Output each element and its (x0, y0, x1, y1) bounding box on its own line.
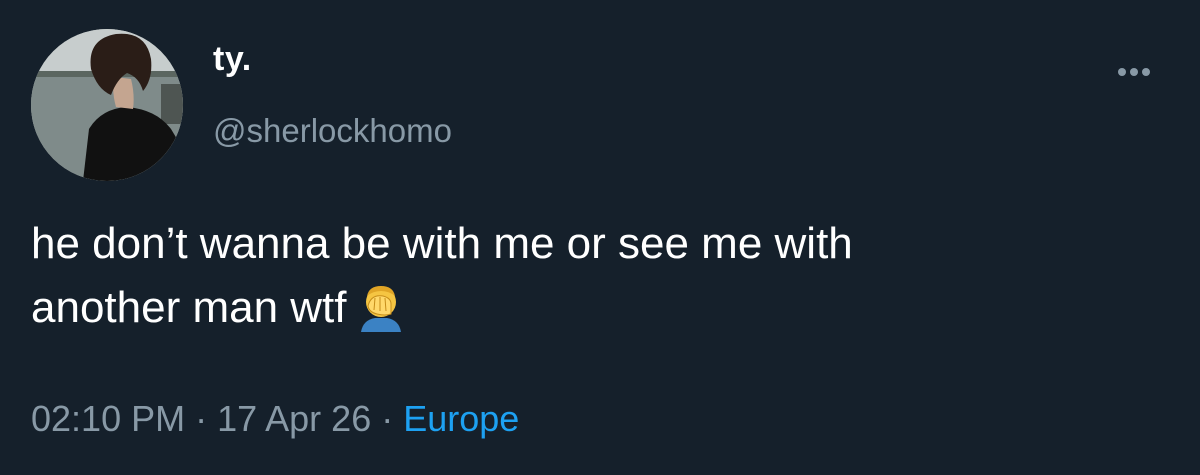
facepalm-emoji-icon (355, 280, 407, 332)
tweet-date[interactable]: 17 Apr 26 (217, 398, 371, 439)
separator: · (381, 398, 394, 439)
tweet-time[interactable]: 02:10 PM (31, 398, 185, 439)
tweet-text: he don’t wanna be with me or see me with… (31, 212, 1171, 340)
more-dot (1118, 68, 1126, 76)
display-name[interactable]: ty. (213, 40, 252, 79)
more-dot (1142, 68, 1150, 76)
tweet-text-line-2: another man wtf (31, 276, 1171, 340)
tweet: ty. @sherlockhomo he don’t wanna be with… (0, 0, 1200, 475)
tweet-metadata: 02:10 PM · 17 Apr 26 · Europe (31, 398, 519, 440)
avatar[interactable] (31, 29, 183, 181)
tweet-text-line-content: another man wtf (31, 283, 347, 332)
tweet-location-link[interactable]: Europe (403, 398, 519, 439)
avatar-photo (31, 29, 183, 181)
username-handle[interactable]: @sherlockhomo (213, 112, 452, 150)
more-options-icon[interactable] (1110, 60, 1158, 84)
tweet-text-line: he don’t wanna be with me or see me with (31, 219, 853, 268)
separator: · (195, 398, 208, 439)
more-dot (1130, 68, 1138, 76)
